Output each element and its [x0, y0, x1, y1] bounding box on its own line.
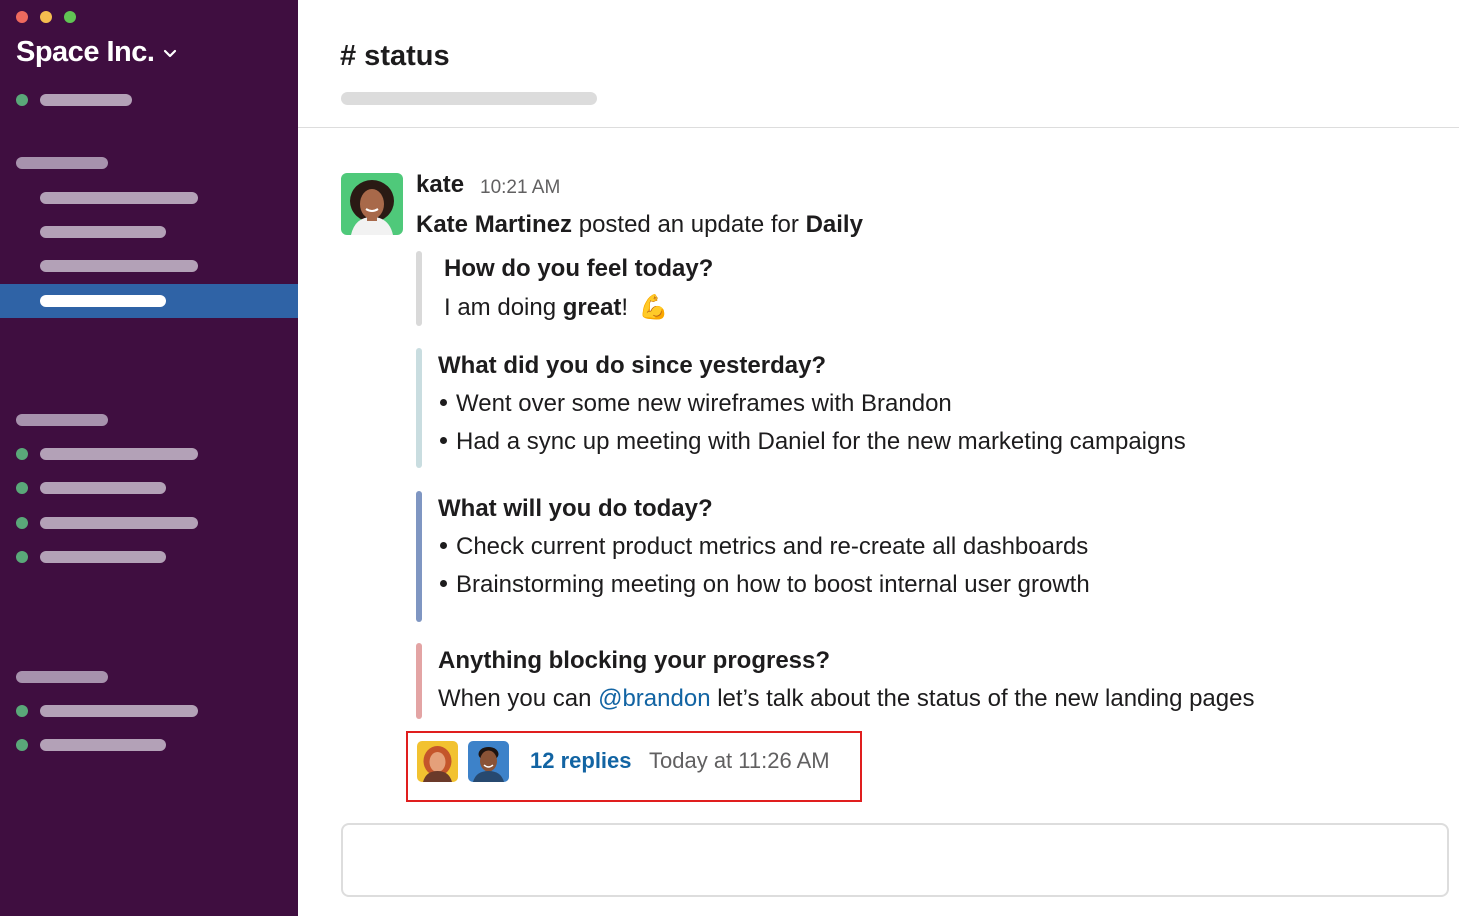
- presence-dot-icon: [16, 94, 28, 106]
- section-bar: [416, 643, 422, 719]
- standup-section-yesterday: What did you do since yesterday? Went ov…: [416, 348, 1416, 468]
- bullet-icon: [440, 399, 447, 407]
- thread-replies-link[interactable]: 12 replies: [530, 748, 632, 774]
- message-composer-input[interactable]: [341, 823, 1449, 897]
- channel-topic-placeholder[interactable]: [341, 92, 597, 105]
- section-bar: [416, 348, 422, 468]
- user-status-placeholder[interactable]: [40, 94, 132, 106]
- section-bar: [416, 491, 422, 622]
- bullet-text: Brainstorming meeting on how to boost in…: [456, 571, 1090, 598]
- minimize-window-button[interactable]: [40, 11, 52, 23]
- section-question: How do you feel today?: [444, 255, 714, 282]
- sidebar-item-channel[interactable]: [40, 260, 198, 272]
- section-bar: [416, 251, 422, 326]
- bullet-icon: [440, 580, 447, 588]
- avatar[interactable]: [468, 741, 509, 782]
- sidebar-section-header[interactable]: [16, 414, 108, 426]
- channel-header: # status: [298, 0, 1459, 128]
- sidebar-item-app[interactable]: [40, 705, 198, 717]
- workspace-switcher[interactable]: Space Inc.: [16, 36, 178, 69]
- intro-target: Daily: [805, 211, 863, 238]
- list-item: Check current product metrics and re-cre…: [440, 533, 1088, 561]
- bullet-text: Had a sync up meeting with Daniel for th…: [456, 428, 1186, 455]
- presence-dot-icon: [16, 739, 28, 751]
- user-avatar-icon: [341, 173, 403, 235]
- presence-dot-icon: [16, 551, 28, 563]
- sidebar-item-status-selected[interactable]: [0, 284, 298, 318]
- sidebar-section-header[interactable]: [16, 671, 108, 683]
- sidebar-item-dm[interactable]: [40, 482, 166, 494]
- zoom-window-button[interactable]: [64, 11, 76, 23]
- standup-section-feeling: How do you feel today? I am doing great!…: [416, 251, 1316, 326]
- presence-dot-icon: [16, 517, 28, 529]
- close-window-button[interactable]: [16, 11, 28, 23]
- flexed-biceps-icon: 💪: [638, 293, 669, 321]
- list-item: Brainstorming meeting on how to boost in…: [440, 571, 1090, 599]
- list-item: Went over some new wireframes with Brand…: [440, 390, 952, 418]
- standup-section-blockers: Anything blocking your progress? When yo…: [416, 643, 1416, 719]
- presence-dot-icon: [16, 482, 28, 494]
- sidebar-item-dm[interactable]: [40, 517, 198, 529]
- section-answer: When you can @brandon let’s talk about t…: [438, 685, 1254, 713]
- channel-view: # status kate 10:21 AM Kate Martinez pos…: [298, 0, 1459, 916]
- sidebar-item-channel[interactable]: [40, 226, 166, 238]
- user-avatar-icon: [468, 741, 509, 782]
- answer-text: I am doing: [444, 294, 563, 321]
- message-author[interactable]: kate: [416, 171, 464, 199]
- bullet-text: Check current product metrics and re-cre…: [456, 533, 1089, 560]
- section-question: What will you do today?: [438, 495, 713, 522]
- section-question: What did you do since yesterday?: [438, 352, 827, 379]
- sidebar-section-header[interactable]: [16, 157, 108, 169]
- bullet-icon: [440, 437, 447, 445]
- sidebar-item-dm[interactable]: [40, 448, 198, 460]
- section-answer: I am doing great! 💪: [444, 293, 669, 322]
- standup-section-today: What will you do today? Check current pr…: [416, 491, 1416, 622]
- avatar[interactable]: [341, 173, 403, 235]
- user-avatar-icon: [417, 741, 458, 782]
- list-item: Had a sync up meeting with Daniel for th…: [440, 428, 1186, 456]
- bullet-text: Went over some new wireframes with Brand…: [456, 390, 952, 417]
- sidebar-item-channel[interactable]: [40, 192, 198, 204]
- bullet-icon: [440, 542, 447, 550]
- last-reply-timestamp: Today at 11:26 AM: [649, 748, 830, 773]
- avatar[interactable]: [417, 741, 458, 782]
- message-timestamp[interactable]: 10:21 AM: [480, 177, 560, 199]
- thread-replies-highlight: 12 replies Today at 11:26 AM: [406, 731, 862, 802]
- sidebar-item-app[interactable]: [40, 739, 166, 751]
- user-mention-link[interactable]: @brandon: [598, 685, 710, 712]
- chevron-down-icon: [164, 49, 177, 57]
- answer-suffix: !: [621, 294, 629, 321]
- intro-text: posted an update for: [572, 211, 806, 238]
- sidebar-item-dm[interactable]: [40, 551, 166, 563]
- presence-dot-icon: [16, 448, 28, 460]
- workspace-name: Space Inc.: [16, 36, 155, 68]
- sidebar-item-label-placeholder: [40, 295, 166, 307]
- channel-title[interactable]: # status: [340, 40, 450, 73]
- sidebar: Space Inc.: [0, 0, 298, 916]
- answer-suffix: let’s talk about the status of the new l…: [710, 685, 1255, 712]
- message-intro: Kate Martinez posted an update for Daily: [416, 211, 863, 239]
- answer-text: When you can: [438, 685, 599, 712]
- section-question: Anything blocking your progress?: [438, 647, 831, 674]
- window-controls: [16, 11, 76, 23]
- presence-dot-icon: [16, 705, 28, 717]
- answer-bold: great: [562, 294, 622, 321]
- intro-name: Kate Martinez: [416, 211, 573, 238]
